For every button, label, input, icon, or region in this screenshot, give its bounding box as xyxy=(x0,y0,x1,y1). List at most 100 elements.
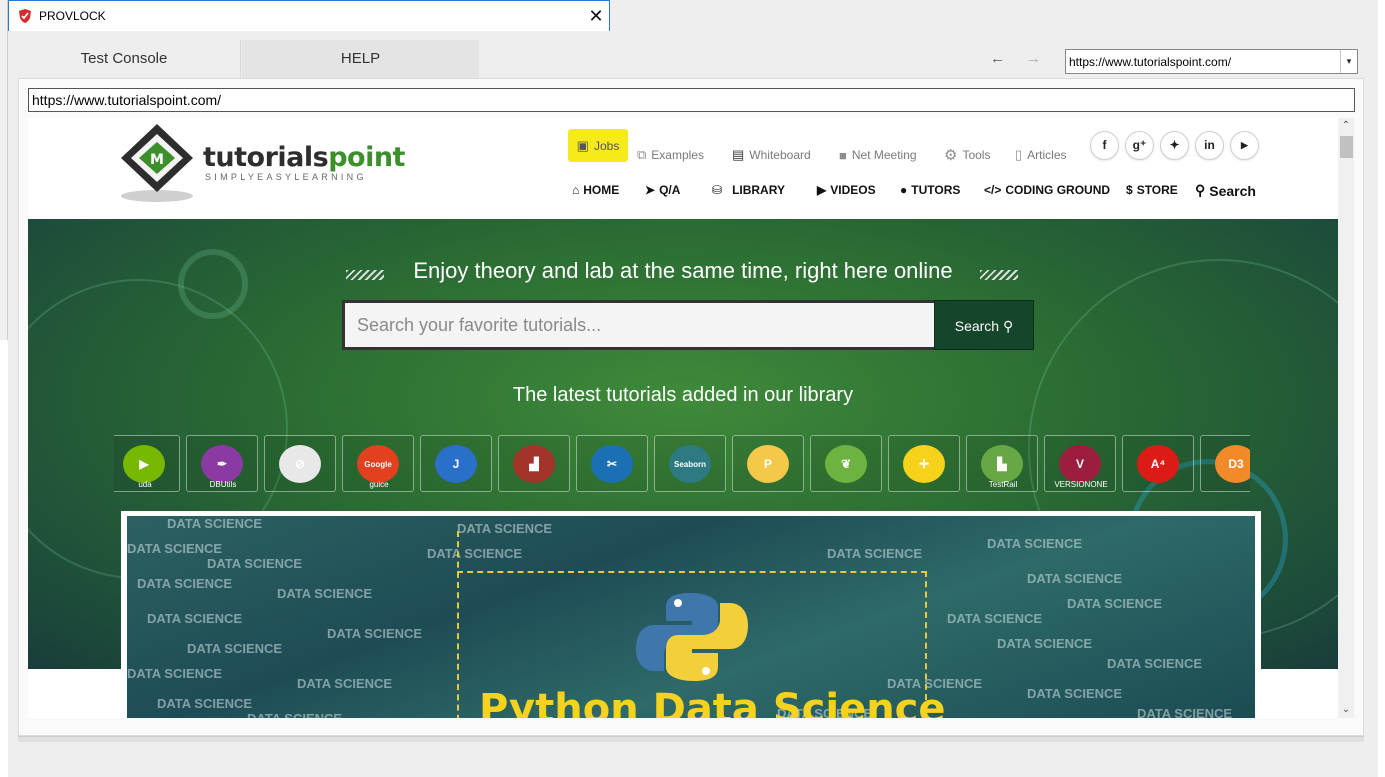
watermark-text: DATA SCIENCE xyxy=(297,676,393,691)
library-item-seaborn[interactable]: Seaborn xyxy=(654,435,726,492)
code-icon: </> xyxy=(984,183,1002,197)
url-combobox[interactable]: https://www.tutorialspoint.com/ ▾ xyxy=(1065,49,1358,74)
library-item-tools[interactable]: ✂ xyxy=(576,435,648,492)
scrollbar-thumb[interactable] xyxy=(1340,136,1353,158)
logo-brand-suffix: point xyxy=(328,142,405,173)
python-logo-icon xyxy=(636,593,748,681)
library-carousel[interactable]: ▶ uda ✒ DBUtils ⊘ Google guice J ▟ ✂ Seaborn P ❦ ✛ ▙ Te… xyxy=(114,435,1250,493)
nav-label: LIBRARY xyxy=(732,183,785,197)
nav-store[interactable]: $ STORE xyxy=(1126,183,1178,197)
web-view-scrollbar[interactable]: ⌃ ⌄ xyxy=(1338,118,1354,718)
nav-label: VIDEOS xyxy=(830,183,876,197)
nav-label: HOME xyxy=(583,183,620,197)
nav-label: STORE xyxy=(1136,183,1178,197)
forward-button[interactable]: → xyxy=(1026,50,1041,67)
library-item-angular[interactable]: A⁴ xyxy=(1122,435,1194,492)
top-link-articles[interactable]: ▯ Articles xyxy=(1015,146,1067,164)
library-item-pycharm[interactable]: P xyxy=(732,435,804,492)
tutorial-search-button[interactable]: Search ⚲ xyxy=(934,300,1034,350)
url-combobox-value: https://www.tutorialspoint.com/ xyxy=(1069,55,1232,69)
tutorial-search-input[interactable] xyxy=(345,303,934,347)
paper-plane-icon: ➤ xyxy=(645,183,656,197)
twitter-icon[interactable]: ✦ xyxy=(1160,131,1189,160)
logo-wordmark: tutorialspoint xyxy=(203,142,405,173)
library-item-caption: DBUtils xyxy=(209,480,237,489)
site-logo[interactable]: M tutorialspoint SIMPLYEASYLEARNING xyxy=(113,120,433,204)
library-item-dbutils[interactable]: ✒ DBUtils xyxy=(186,435,258,492)
gear-icon: ⚙ xyxy=(944,147,958,164)
library-item-nvidia-cuda[interactable]: ▶ uda xyxy=(114,435,180,492)
tab-help[interactable]: HELP xyxy=(242,40,479,78)
top-link-jobs[interactable]: ▣ Jobs xyxy=(568,129,628,162)
featured-tutorial[interactable]: DATA SCIENCE DATA SCIENCE DATA SCIENCE DATA… xyxy=(121,511,1261,718)
top-link-net-meeting[interactable]: ■ Net Meeting xyxy=(839,146,917,164)
library-item-testrail[interactable]: ▙ TestRail xyxy=(966,435,1038,492)
bottom-edge xyxy=(18,736,1364,742)
address-bar-value: https://www.tutorialspoint.com/ xyxy=(32,92,222,108)
search-icon: ⚲ xyxy=(1002,318,1014,334)
top-link-label: Whiteboard xyxy=(749,148,811,162)
nav-label: CODING GROUND xyxy=(1005,183,1111,197)
watermark-text: DATA SCIENCE xyxy=(327,626,423,641)
address-bar[interactable]: https://www.tutorialspoint.com/ xyxy=(28,88,1355,112)
top-link-whiteboard[interactable]: ▤ Whiteboard xyxy=(732,146,811,164)
search-icon: ⚲ xyxy=(1195,182,1206,198)
nav-videos[interactable]: ▶ VIDEOS xyxy=(817,183,876,197)
top-link-label: Examples xyxy=(651,148,704,162)
banner-title: Enjoy theory and lab at the same time, r… xyxy=(413,258,953,283)
bag-icon: ▟ xyxy=(513,445,555,483)
window-title: PROVLOCK xyxy=(39,9,106,23)
nav-coding-ground[interactable]: </> CODING GROUND xyxy=(984,183,1110,197)
cubes-icon: ⧉ xyxy=(637,147,647,162)
watermark-text: DATA SCIENCE xyxy=(187,641,283,656)
linkedin-icon[interactable]: in xyxy=(1195,131,1224,160)
nav-library[interactable]: ⛁ LIBRARY xyxy=(712,183,785,197)
watermark-text: DATA SCIENCE xyxy=(167,516,263,531)
versionone-icon: V xyxy=(1059,445,1101,483)
tutorial-search-field[interactable] xyxy=(342,300,934,350)
library-item-crosshair[interactable]: ✛ xyxy=(888,435,960,492)
scroll-down-icon[interactable]: ⌄ xyxy=(1338,702,1354,718)
top-link-tools[interactable]: ⚙ Tools xyxy=(944,146,990,164)
watermark-text: DATA SCIENCE xyxy=(1027,571,1123,586)
youtube-icon[interactable]: ▶ xyxy=(1230,131,1259,160)
nav-tutors[interactable]: ● TUTORS xyxy=(900,183,960,197)
library-item-caption: uda xyxy=(138,480,152,489)
search-button-label: Search xyxy=(954,318,1000,334)
top-link-label: Tools xyxy=(962,148,991,162)
library-item-bag[interactable]: ▟ xyxy=(498,435,570,492)
library-item-spring[interactable]: ❦ xyxy=(810,435,882,492)
nav-label: TUTORS xyxy=(911,183,961,197)
library-item-no-bugs[interactable]: ⊘ xyxy=(264,435,336,492)
tab-test-console[interactable]: Test Console xyxy=(8,40,241,78)
watermark-text: DATA SCIENCE xyxy=(247,711,342,718)
web-view[interactable]: M tutorialspoint SIMPLYEASYLEARNING ▣ Jo… xyxy=(28,118,1338,718)
nav-search[interactable]: ⚲ Search xyxy=(1195,182,1256,199)
top-link-examples[interactable]: ⧉ Examples xyxy=(637,146,704,164)
title-bar[interactable]: PROVLOCK ✕ xyxy=(8,0,610,31)
library-item-d3[interactable]: D3 xyxy=(1200,435,1250,492)
facebook-icon[interactable]: f xyxy=(1090,131,1119,160)
google-plus-icon[interactable]: g⁺ xyxy=(1125,131,1154,160)
chevron-down-icon[interactable]: ▾ xyxy=(1340,50,1357,73)
whiteboard-icon: ▤ xyxy=(732,147,745,162)
watermark-text: DATA SCIENCE xyxy=(947,611,1043,626)
back-button[interactable]: ← xyxy=(990,50,1005,67)
library-item-google-guice[interactable]: Google guice xyxy=(342,435,414,492)
nav-qa[interactable]: ➤ Q/A xyxy=(645,183,680,197)
watermark-text: DATA SCIENCE xyxy=(127,666,223,681)
library-item-versionone[interactable]: V VERSIONONE xyxy=(1044,435,1116,492)
briefcase-icon: ▣ xyxy=(576,137,589,153)
watermark-text: DATA SCIENCE xyxy=(1107,656,1203,671)
watermark-text: DATA SCIENCE xyxy=(827,546,923,561)
featured-tutorial-image[interactable]: DATA SCIENCE DATA SCIENCE DATA SCIENCE DATA… xyxy=(127,516,1255,718)
scroll-up-icon[interactable]: ⌃ xyxy=(1338,118,1354,134)
library-item-jbehave[interactable]: J xyxy=(420,435,492,492)
library-item-caption: guice xyxy=(369,480,389,489)
close-button[interactable]: ✕ xyxy=(585,5,607,27)
nav-home[interactable]: ⌂ HOME xyxy=(572,183,619,197)
pycharm-icon: P xyxy=(747,445,789,483)
provlock-window: PROVLOCK ✕ Test Console HELP ← → https:/… xyxy=(8,0,1378,777)
angular-icon: A⁴ xyxy=(1137,445,1179,483)
no-bugs-icon: ⊘ xyxy=(279,445,321,483)
